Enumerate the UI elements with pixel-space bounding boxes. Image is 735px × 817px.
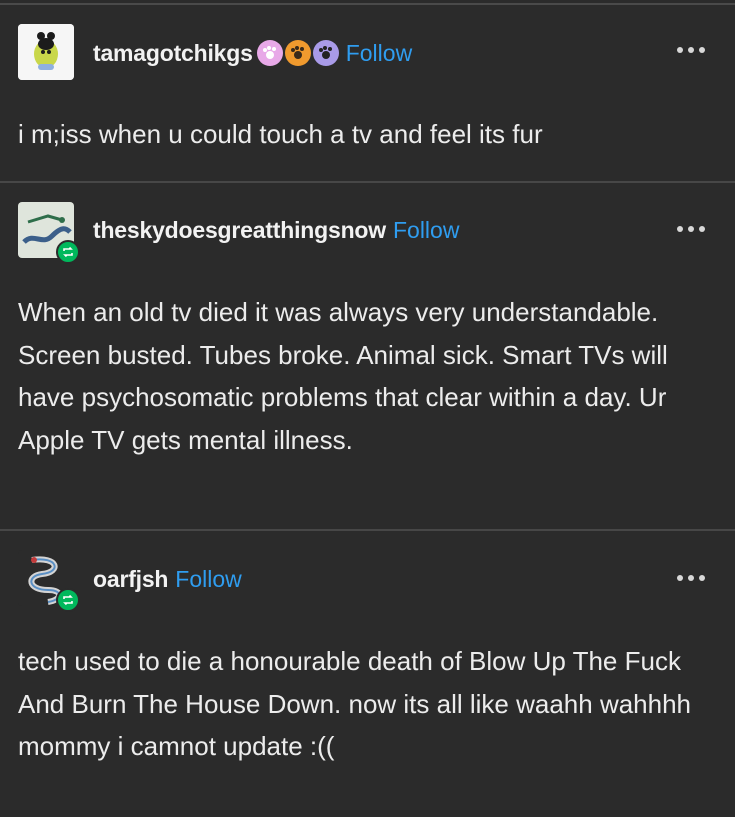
post-divider [0, 529, 735, 531]
paw-badge-pink-icon [256, 40, 283, 66]
reblog-icon [56, 240, 80, 264]
paw-badge-orange-icon [284, 40, 311, 66]
reblog-icon [56, 588, 80, 612]
username[interactable]: tamagotchikgs [93, 40, 253, 67]
username[interactable]: theskydoesgreatthingsnow [93, 217, 386, 244]
post-text: tech used to die a honourable death of B… [18, 646, 692, 761]
follow-button[interactable]: Follow [393, 217, 459, 244]
avatar[interactable] [18, 24, 74, 80]
more-options-icon[interactable] [677, 226, 705, 232]
top-divider [0, 3, 735, 5]
username[interactable]: oarfjsh [93, 566, 168, 593]
badge-group [256, 40, 339, 66]
more-options-icon[interactable] [677, 575, 705, 581]
more-options-icon[interactable] [677, 47, 705, 53]
post-header: theskydoesgreatthingsnow Follow [93, 213, 459, 247]
post-header: tamagotchikgs Follow [93, 36, 412, 70]
post-divider [0, 181, 735, 183]
paw-badge-purple-icon [312, 40, 339, 66]
post-header: oarfjsh Follow [93, 562, 242, 596]
follow-button[interactable]: Follow [346, 40, 412, 67]
post-text: When an old tv died it was always very u… [18, 297, 668, 455]
post-text: i m;iss when u could touch a tv and feel… [18, 119, 543, 149]
follow-button[interactable]: Follow [175, 566, 241, 593]
